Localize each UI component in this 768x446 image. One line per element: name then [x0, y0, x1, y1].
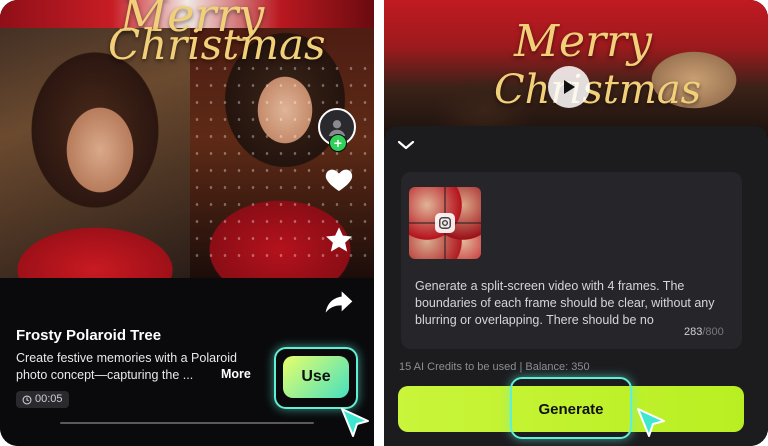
prompt-textarea[interactable]: Generate a split-screen video with 4 fra… — [415, 278, 735, 329]
play-icon — [564, 80, 575, 94]
duration-text: 00:05 — [35, 393, 63, 405]
clock-icon — [22, 395, 32, 404]
overlay-title-merry: Merry — [514, 16, 653, 67]
app-logo-icon — [435, 213, 455, 233]
pointer-cursor-icon — [338, 406, 372, 440]
char-max: /800 — [702, 326, 724, 338]
chevron-down-icon[interactable] — [396, 138, 416, 152]
favorite-button[interactable] — [320, 221, 358, 259]
template-title: Frosty Polaroid Tree — [16, 327, 162, 344]
use-button[interactable]: Use — [283, 356, 349, 398]
pointer-cursor-icon — [634, 406, 668, 440]
panel-divider — [374, 0, 384, 446]
overlay-title-christmas: Christmas — [494, 67, 702, 113]
char-count: 283 — [684, 326, 703, 338]
heart-icon — [325, 169, 353, 191]
like-button[interactable] — [320, 160, 358, 198]
follow-plus-icon[interactable]: + — [329, 134, 347, 152]
char-counter: 283/800 — [684, 326, 724, 338]
credits-info: 15 AI Credits to be used | Balance: 350 — [399, 361, 590, 373]
generate-panel: Merry Christmas Generate a split-screen … — [384, 0, 768, 446]
play-button[interactable] — [548, 66, 590, 108]
share-icon — [325, 291, 353, 313]
template-preview-panel: Merry Christmas + Frosty Polaroid Tree C — [0, 0, 374, 446]
star-icon — [326, 227, 352, 252]
generate-button-label: Generate — [538, 400, 604, 418]
more-link[interactable]: More — [221, 367, 251, 381]
overlay-title-christmas: Christmas — [108, 20, 326, 69]
playback-progress-track[interactable] — [60, 422, 314, 424]
duration-badge: 00:05 — [16, 391, 69, 408]
share-button[interactable] — [320, 283, 358, 321]
screenshot-frame: Merry Christmas + Frosty Polaroid Tree C — [0, 0, 768, 446]
